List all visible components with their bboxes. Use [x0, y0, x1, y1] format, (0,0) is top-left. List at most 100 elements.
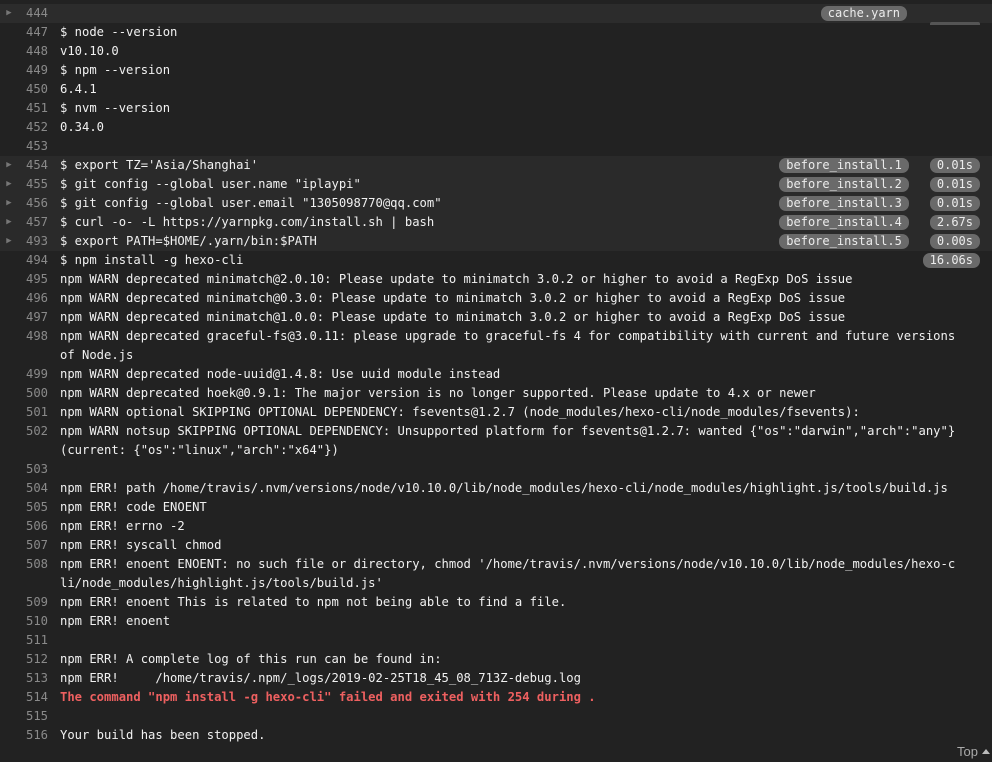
- fold-labels: before_install.3 0.01s: [779, 196, 980, 211]
- line-number[interactable]: 454: [18, 156, 48, 175]
- line-text: npm WARN deprecated minimatch@1.0.0: Ple…: [60, 310, 846, 324]
- line-number[interactable]: 504: [18, 479, 48, 498]
- line-number[interactable]: 498: [18, 327, 48, 365]
- line-number[interactable]: 509: [18, 593, 48, 612]
- line-number[interactable]: 511: [18, 631, 48, 650]
- build-log: ▶ 444 cache.yarn 447 $ node --version 448 v10.…: [0, 4, 992, 745]
- log-line: 511: [0, 631, 992, 650]
- line-number[interactable]: 450: [18, 80, 48, 99]
- line-number[interactable]: 493: [18, 232, 48, 251]
- line-number[interactable]: 457: [18, 213, 48, 232]
- log-line: 503: [0, 460, 992, 479]
- log-line: 499 npm WARN deprecated node-uuid@1.4.8: …: [0, 365, 992, 384]
- line-text: npm ERR! enoent ENOENT: no such file or …: [60, 557, 956, 590]
- line-number[interactable]: 448: [18, 42, 48, 61]
- line-number[interactable]: 501: [18, 403, 48, 422]
- log-fold-row[interactable]: ▶ 456 $ git config --global user.email "13…: [0, 194, 992, 213]
- log-line: 509 npm ERR! enoent This is related to np…: [0, 593, 992, 612]
- line-text: v10.10.0: [60, 44, 119, 58]
- fold-labels: before_install.5 0.00s: [779, 234, 980, 249]
- line-number[interactable]: 455: [18, 175, 48, 194]
- line-number[interactable]: 506: [18, 517, 48, 536]
- line-number[interactable]: 495: [18, 270, 48, 289]
- log-line: 513 npm ERR! /home/travis/.npm/_logs/2019…: [0, 669, 992, 688]
- log-line: 501 npm WARN optional SKIPPING OPTIONAL D…: [0, 403, 992, 422]
- line-number[interactable]: 512: [18, 650, 48, 669]
- line-number[interactable]: 456: [18, 194, 48, 213]
- log-line: 498 npm WARN deprecated graceful-fs@3.0.1…: [0, 327, 992, 365]
- log-line: 504 npm ERR! path /home/travis/.nvm/versi…: [0, 479, 992, 498]
- caret-up-icon: [982, 749, 990, 754]
- log-line: 453: [0, 137, 992, 156]
- fold-arrow-icon[interactable]: ▶: [0, 175, 18, 194]
- fold-arrow-icon[interactable]: ▶: [0, 213, 18, 232]
- line-text: $ npm --version: [60, 63, 171, 77]
- log-fold-row[interactable]: ▶ 454 $ export TZ='Asia/Shanghai' before_in…: [0, 156, 992, 175]
- line-number[interactable]: 496: [18, 289, 48, 308]
- line-text: npm WARN deprecated minimatch@2.0.10: Pl…: [60, 272, 853, 286]
- line-number[interactable]: 503: [18, 460, 48, 479]
- line-text: npm ERR! errno -2: [60, 519, 185, 533]
- fold-arrow-icon[interactable]: ▶: [0, 156, 18, 175]
- line-number[interactable]: 449: [18, 61, 48, 80]
- fold-arrow-icon[interactable]: ▶: [0, 4, 18, 23]
- log-fold-row[interactable]: ▶ 455 $ git config --global user.name "ipl…: [0, 175, 992, 194]
- log-line: 495 npm WARN deprecated minimatch@2.0.10:…: [0, 270, 992, 289]
- error-message: The command "npm install -g hexo-cli" fa…: [60, 690, 596, 704]
- fold-name-badge: before_install.4: [779, 215, 909, 230]
- duration-badge: 16.06s: [922, 253, 980, 268]
- line-number[interactable]: 453: [18, 137, 48, 156]
- line-number[interactable]: 513: [18, 669, 48, 688]
- fold-arrow-icon[interactable]: ▶: [0, 194, 18, 213]
- log-fold-row[interactable]: ▶ 444 cache.yarn: [0, 4, 992, 25]
- line-number[interactable]: 507: [18, 536, 48, 555]
- line-number[interactable]: 451: [18, 99, 48, 118]
- line-text: npm ERR! A complete log of this run can …: [60, 652, 442, 666]
- scroll-to-top-link[interactable]: Top: [957, 744, 990, 759]
- log-line: 502 npm WARN notsup SKIPPING OPTIONAL DEP…: [0, 422, 992, 460]
- line-text: npm ERR! /home/travis/.npm/_logs/2019-02…: [60, 671, 581, 685]
- line-number[interactable]: 494: [18, 251, 48, 270]
- line-text: 6.4.1: [60, 82, 97, 96]
- line-number[interactable]: 514: [18, 688, 48, 707]
- log-line: 447 $ node --version: [0, 23, 992, 42]
- line-text: npm ERR! code ENOENT: [60, 500, 207, 514]
- fold-labels: before_install.1 0.01s: [779, 158, 980, 173]
- line-text: npm WARN deprecated node-uuid@1.4.8: Use…: [60, 367, 501, 381]
- line-number[interactable]: 499: [18, 365, 48, 384]
- line-number[interactable]: 505: [18, 498, 48, 517]
- line-number[interactable]: 502: [18, 422, 48, 460]
- log-line: 449 $ npm --version: [0, 61, 992, 80]
- log-fold-row[interactable]: ▶ 457 $ curl -o- -L https://yarnpkg.com/in…: [0, 213, 992, 232]
- duration-badge: 0.01s: [929, 196, 980, 211]
- line-text: npm ERR! syscall chmod: [60, 538, 222, 552]
- line-number[interactable]: 515: [18, 707, 48, 726]
- fold-labels: 16.06s: [922, 253, 980, 268]
- line-text: npm ERR! enoent: [60, 614, 171, 628]
- log-line: 506 npm ERR! errno -2: [0, 517, 992, 536]
- line-number[interactable]: 510: [18, 612, 48, 631]
- duration-badge: 0.01s: [929, 158, 980, 173]
- line-number[interactable]: 444: [18, 4, 48, 23]
- fold-arrow-icon[interactable]: ▶: [0, 232, 18, 251]
- line-number[interactable]: 447: [18, 23, 48, 42]
- line-text: [48, 631, 992, 650]
- line-number[interactable]: 516: [18, 726, 48, 745]
- log-line: 516 Your build has been stopped.: [0, 726, 992, 745]
- log-line: 500 npm WARN deprecated hoek@0.9.1: The m…: [0, 384, 992, 403]
- line-text: $ npm install -g hexo-cli: [60, 253, 244, 267]
- line-number[interactable]: 508: [18, 555, 48, 593]
- log-line: 452 0.34.0: [0, 118, 992, 137]
- fold-name-badge: before_install.5: [779, 234, 909, 249]
- line-text: npm WARN notsup SKIPPING OPTIONAL DEPEND…: [60, 424, 963, 457]
- log-fold-row[interactable]: ▶ 493 $ export PATH=$HOME/.yarn/bin:$PATH b…: [0, 232, 992, 251]
- top-label: Top: [957, 744, 978, 759]
- line-number[interactable]: 500: [18, 384, 48, 403]
- line-text: [48, 460, 992, 479]
- fold-labels: before_install.4 2.67s: [779, 215, 980, 230]
- line-text: 0.34.0: [60, 120, 105, 134]
- line-number[interactable]: 452: [18, 118, 48, 137]
- line-number[interactable]: 497: [18, 308, 48, 327]
- log-line: 497 npm WARN deprecated minimatch@1.0.0: …: [0, 308, 992, 327]
- fold-name-badge: before_install.3: [779, 196, 909, 211]
